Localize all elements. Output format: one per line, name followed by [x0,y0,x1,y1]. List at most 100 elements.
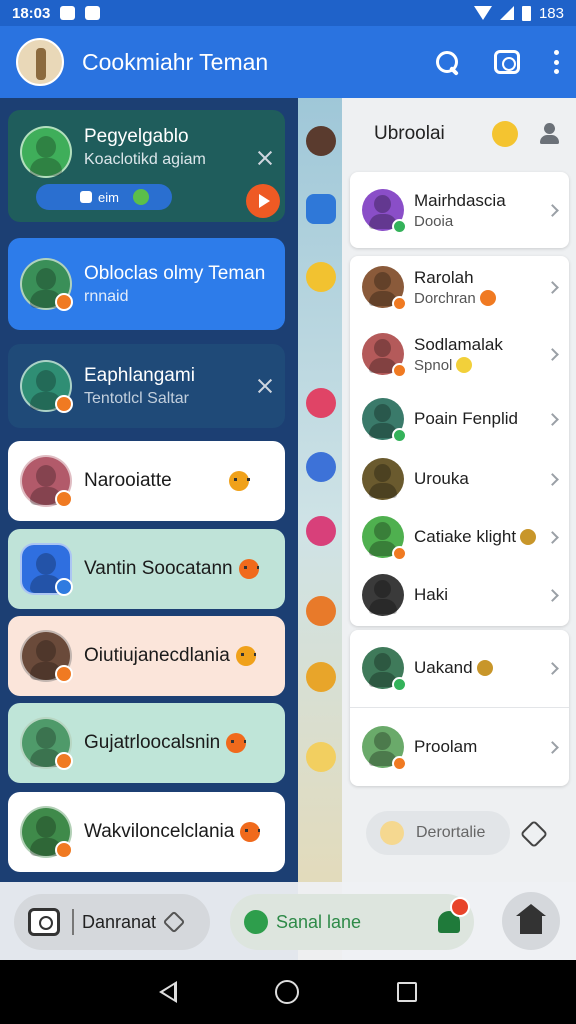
chevron-right-icon [546,203,559,217]
online-badge [392,219,407,234]
avatar [362,266,407,311]
chat-pill-button[interactable]: Sanal lane [230,894,474,950]
thumbs-up-icon [80,191,92,203]
emoji-icon [229,471,250,491]
unread-badge [55,665,73,683]
status-time: 18:03 [12,4,51,22]
contact-list-group: Rarolah Dorchran Sodlamalak Spnol Poain … [350,256,569,626]
contact-name: Urouka [414,469,469,488]
dismiss-icon[interactable] [257,378,273,394]
smile-face-icon [380,821,404,845]
contact-text: Sodlamalak Spnol [414,335,542,374]
search-icon[interactable] [434,49,460,75]
sun-icon[interactable] [306,742,336,772]
chat-card-obloclas[interactable]: Obloclas olmy Teman rnnaid [8,238,285,330]
chat-card-eaphlangami[interactable]: Eaphlangami Tentotlcl Saltar [8,344,285,428]
chat-card-gujatrloocalsnin[interactable]: Gujatrloocalsnin [8,703,285,783]
contact-name: Poain Fenplid [414,409,518,428]
contact-row[interactable]: Sodlamalak Spnol [350,322,569,386]
chat-card-wakviloncelclania[interactable]: Wakviloncelclania [8,792,285,872]
contact-row[interactable]: Haki [350,566,569,624]
unread-badge [55,752,73,770]
contact-status: Spnol [414,356,453,374]
shield-icon[interactable] [306,194,336,224]
card-title: Eaphlangami [84,364,195,386]
home-circle-icon[interactable] [275,980,299,1004]
check-icon[interactable] [306,516,336,546]
chat-card-narooiatte[interactable]: Narooiatte [8,441,285,521]
person-icon[interactable] [538,123,560,145]
notification-bell-icon[interactable] [438,897,470,933]
contact-row[interactable]: Proolam [350,708,569,786]
more-options-icon[interactable] [554,50,560,74]
unread-badge [55,490,73,508]
battery-level: 183 [538,4,564,22]
emoji-icon [520,529,537,545]
chevron-right-icon [546,280,559,294]
contact-name: Haki [414,585,449,604]
avatar [362,574,404,616]
avatar [20,717,73,770]
chip-label: eim [98,189,119,205]
unread-badge [55,841,73,859]
sticker-chip[interactable]: eim [36,184,172,210]
contact-name: Sodlamalak [414,334,503,354]
app-logo[interactable] [16,38,64,86]
avatar [20,258,73,311]
back-icon[interactable] [159,981,177,1003]
avatar [20,360,73,413]
avatar [362,516,407,561]
pill-label: Derortalie [416,824,486,841]
chat-card-vantin[interactable]: Vantin Soocatann [8,529,285,609]
recent-apps-icon[interactable] [397,982,417,1002]
contact-row[interactable]: Catiake klight [350,508,569,566]
card-subtitle: Koaclotikd agiam [84,151,206,168]
contact-row[interactable]: Mairhdascia Dooia [350,172,569,248]
contact-text: Uakand [414,658,542,678]
contact-row[interactable]: Rarolah Dorchran [350,256,569,318]
emoji-icon [235,646,256,666]
chat-card-pegyelgablo[interactable]: Pegyelgablo Koaclotikd agiam eim [8,110,285,222]
contact-card-bottom: Uakand Proolam [350,630,569,786]
contact-name: Catiake klight [414,527,517,546]
navigate-icon[interactable] [306,452,336,482]
camera-icon[interactable] [494,50,520,74]
sticker-icon[interactable] [306,126,336,156]
card-title: Gujatrloocalsnin [84,732,221,753]
play-button[interactable] [246,184,280,218]
unread-badge [55,395,73,413]
contact-text: Proolam [414,737,542,757]
side-icon-strip [298,98,342,960]
dismiss-icon[interactable] [257,150,273,166]
status-badge [55,578,73,596]
status-bar: 18:03 183 [0,0,576,26]
favorite-icon[interactable] [519,819,549,849]
chevron-right-icon [546,472,559,486]
contact-row[interactable]: Uakand [350,630,569,706]
camera-pill-label: Danranat [82,911,157,932]
avatar [362,398,407,443]
bottom-bar: Danranat Sanal lane [0,882,576,960]
trophy-icon[interactable] [306,662,336,692]
home-button[interactable] [502,892,560,950]
camera-pill-button[interactable]: Danranat [14,894,210,950]
emoji-status-icon[interactable] [492,121,518,147]
contact-row[interactable]: Urouka [350,450,569,508]
smile-icon[interactable] [306,262,336,292]
avatar [362,189,407,234]
divider [72,909,74,935]
chat-card-oiutiujanecdlania[interactable]: Oiutiujanecdlania [8,616,285,696]
notification-dot [450,897,470,917]
emoji-icon [456,357,473,373]
card-text: Obloclas olmy Teman rnnaid [84,263,265,306]
online-badge [392,428,407,443]
contact-status-row: Dorchran [414,290,542,307]
contact-row[interactable]: Poain Fenplid [350,390,569,448]
game-icon[interactable] [306,596,336,626]
avatar [362,726,407,771]
contact-status: Dooia [414,212,454,230]
emoji-icon [238,559,259,579]
contact-filter-pill[interactable]: Derortalie [366,811,510,855]
record-icon[interactable] [306,388,336,418]
emoji-icon [240,822,261,842]
